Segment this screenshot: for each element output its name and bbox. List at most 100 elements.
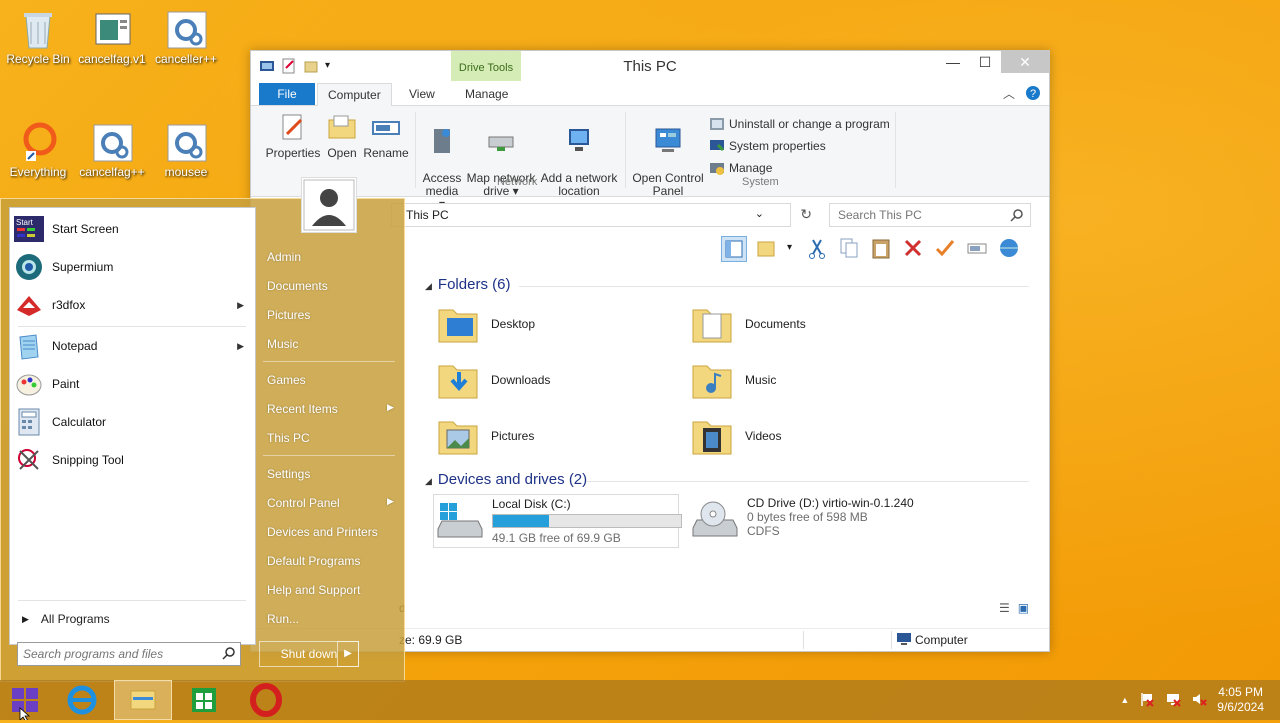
gear-icon [90,121,134,162]
start-search-box[interactable] [17,642,241,666]
internet-explorer-taskbar-icon[interactable] [58,680,108,720]
start-item-notepad[interactable]: Notepad ▶ [14,329,250,363]
tab-file[interactable]: File [259,83,315,105]
start-link-games[interactable]: Games [267,373,306,387]
tab-computer[interactable]: Computer [317,83,392,106]
access-media-button[interactable]: Access media ▾ [421,112,463,211]
close-button[interactable]: ✕ [1001,51,1049,73]
network-icon[interactable] [1165,691,1181,710]
folders-section-header[interactable]: ◢ Folders (6) [425,276,510,293]
desktop-icon-mousee[interactable]: mousee [150,121,222,179]
folder-item-pictures[interactable]: Pictures [437,414,534,458]
start-item-paint[interactable]: Paint [14,367,250,401]
action-center-flag-icon[interactable] [1139,691,1155,710]
start-item-calculator[interactable]: Calculator [14,405,250,439]
command-toolbar: ▾ [721,236,1021,262]
collapse-ribbon-icon[interactable]: ︿ [1003,85,1015,104]
search-placeholder: Search This PC [838,208,922,222]
folder-open-icon [326,112,358,144]
folder-item-desktop[interactable]: Desktop [437,302,535,346]
desktop-icon-canceller[interactable]: canceller++ [150,8,222,66]
start-item-start-screen[interactable]: Start Start Screen [14,212,250,246]
copy-icon[interactable] [837,236,861,260]
opera-taskbar-icon[interactable] [242,680,292,720]
tab-view[interactable]: View [399,83,445,105]
properties-button[interactable]: Properties [265,112,321,160]
start-link-run[interactable]: Run... [267,612,299,626]
start-button[interactable] [2,680,52,723]
store-taskbar-icon[interactable] [180,680,230,720]
submenu-arrow-icon[interactable]: ▶ [237,341,244,352]
drive-space-text: 0 bytes free of 598 MB [747,510,868,524]
start-link-pictures[interactable]: Pictures [267,308,310,322]
submenu-arrow-icon[interactable]: ▶ [237,300,244,311]
start-link-control-panel[interactable]: Control Panel ▶ [267,496,397,510]
folder-item-downloads[interactable]: Downloads [437,358,550,402]
tab-manage[interactable]: Manage [455,83,518,105]
drive-item-cd-drive[interactable]: CD Drive (D:) virtio-win-0.1.240 0 bytes… [691,496,914,540]
details-view-icon[interactable]: ☰ [999,601,1010,615]
all-programs-button[interactable]: ▶ All Programs [22,612,110,626]
refresh-icon[interactable]: ↻ [800,206,812,223]
start-item-supermium[interactable]: Supermium [14,250,250,284]
system-properties-button[interactable]: System properties [709,138,826,154]
start-link-settings[interactable]: Settings [267,467,310,481]
start-item-r3dfox[interactable]: r3dfox ▶ [14,288,250,322]
delete-icon[interactable] [901,236,925,260]
chevron-down-icon[interactable]: ▾ [787,236,797,260]
start-link-devices-printers[interactable]: Devices and Printers [267,525,378,539]
checkmark-icon[interactable] [933,236,957,260]
open-control-panel-button[interactable]: Open Control Panel [631,112,705,198]
manage-button[interactable]: Manage [709,160,772,176]
paste-icon[interactable] [869,236,893,260]
shutdown-options-arrow-icon[interactable]: ▶ [337,641,359,667]
address-bar[interactable]: This PC ⌄ ↻ [391,203,812,227]
clock[interactable]: 4:05 PM 9/6/2024 [1217,685,1264,715]
start-item-snipping-tool[interactable]: Snipping Tool [14,443,250,477]
add-network-location-button[interactable]: Add a network location [539,112,619,198]
uninstall-program-button[interactable]: Uninstall or change a program [709,116,890,132]
network-location-icon [563,125,595,157]
rename-small-icon[interactable] [965,236,989,260]
start-link-default-programs[interactable]: Default Programs [267,554,360,568]
maximize-button[interactable]: ☐ [969,51,1001,73]
start-link-music[interactable]: Music [267,337,298,351]
preview-pane-icon[interactable] [721,236,747,262]
folder-item-videos[interactable]: Videos [691,414,781,458]
start-link-this-pc[interactable]: This PC [267,431,310,445]
file-explorer-taskbar-icon[interactable] [114,680,172,720]
drive-item-local-disk[interactable]: Local Disk (C:) 49.1 GB free of 69.9 GB [433,494,682,548]
desktop-icon-cancelfag-v1[interactable]: cancelfag.v1 [76,8,148,66]
start-link-admin[interactable]: Admin [267,250,301,264]
start-link-documents[interactable]: Documents [267,279,328,293]
volume-muted-icon[interactable] [1191,691,1207,710]
submenu-arrow-icon: ▶ [387,496,394,506]
chevron-down-icon[interactable]: ⌄ [755,207,764,220]
open-button[interactable]: Open [325,112,359,160]
view-switcher: ☰ ▣ [999,601,1029,615]
drive-usage-bar [492,514,682,528]
folder-item-documents[interactable]: Documents [691,302,806,346]
snipping-tool-icon [14,445,44,475]
desktop-icon-recycle-bin[interactable]: Recycle Bin [2,8,74,66]
start-link-recent-items[interactable]: Recent Items ▶ [267,402,397,416]
rename-button[interactable]: Rename [363,112,409,160]
user-picture[interactable] [301,177,357,233]
show-hidden-icons-icon[interactable]: ▲ [1120,695,1129,705]
svg-text:?: ? [1030,88,1036,100]
documents-folder-icon [691,302,733,346]
title-bar[interactable]: ▾ Drive Tools This PC — ☐ ✕ [251,51,1049,81]
search-box[interactable]: Search This PC [829,203,1031,227]
cut-icon[interactable] [805,236,829,260]
start-search-input[interactable] [18,643,221,665]
network-globe-icon[interactable] [997,236,1021,260]
desktop-icon-everything[interactable]: Everything [2,121,74,179]
minimize-button[interactable]: — [937,51,969,73]
large-icons-view-icon[interactable]: ▣ [1018,601,1029,615]
folder-options-icon[interactable] [755,236,779,260]
desktop-icon-cancelfag-plus[interactable]: cancelfag++ [76,121,148,179]
devices-section-header[interactable]: ◢ Devices and drives (2) [425,471,587,488]
start-link-help-support[interactable]: Help and Support [267,583,360,597]
help-icon[interactable]: ? [1025,85,1041,104]
folder-item-music[interactable]: Music [691,358,776,402]
